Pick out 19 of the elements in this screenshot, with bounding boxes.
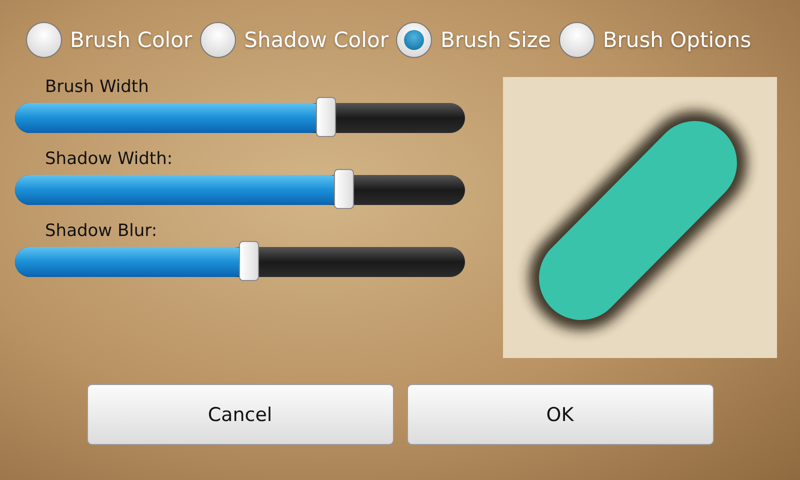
- slider-thumb[interactable]: [239, 241, 259, 281]
- slider-thumb[interactable]: [334, 169, 354, 209]
- radio-option[interactable]: Brush Color: [26, 22, 192, 58]
- radio-option[interactable]: Shadow Color: [200, 22, 388, 58]
- radio-option[interactable]: Brush Options: [558, 22, 752, 58]
- radio-indicator[interactable]: [558, 22, 595, 58]
- slider-thumb[interactable]: [316, 97, 336, 137]
- slider[interactable]: [15, 169, 465, 211]
- slider[interactable]: [15, 241, 465, 283]
- slider-label: Shadow Width:: [45, 149, 174, 169]
- radio-option[interactable]: Brush Size: [396, 22, 551, 58]
- slider[interactable]: [15, 97, 465, 139]
- slider-label: Brush Width: [45, 77, 150, 97]
- cancel-button[interactable]: Cancel: [86, 384, 394, 445]
- ok-button[interactable]: OK: [406, 384, 714, 445]
- radio-indicator[interactable]: [396, 22, 432, 58]
- radio-indicator[interactable]: [200, 22, 236, 58]
- radio-indicator[interactable]: [26, 22, 62, 58]
- slider-label: Shadow Blur:: [45, 221, 158, 241]
